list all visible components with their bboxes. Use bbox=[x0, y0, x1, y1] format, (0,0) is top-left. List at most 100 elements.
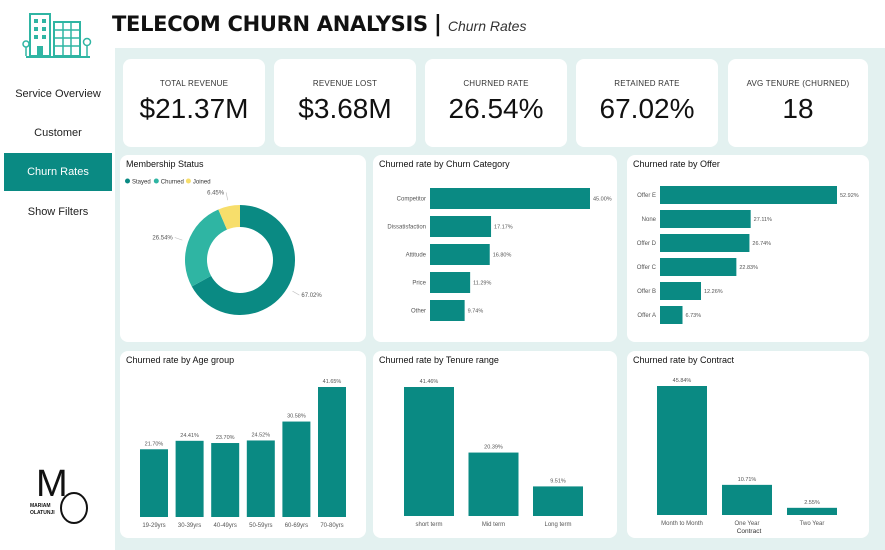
category-label: None bbox=[642, 217, 657, 223]
donut-data-label: 6.45% bbox=[207, 190, 225, 196]
bar bbox=[660, 234, 750, 252]
churn-offer-card: Churned rate by Offer Offer E 52.92% None 2… bbox=[627, 155, 869, 342]
category-label: Dissatisfaction bbox=[387, 225, 426, 231]
donut-slice-churned bbox=[185, 209, 227, 287]
bar bbox=[660, 258, 737, 276]
kpi-value: 18 bbox=[782, 93, 814, 124]
brand-letter-o bbox=[60, 492, 88, 524]
kpi-label: CHURNED RATE bbox=[463, 79, 529, 88]
brand-name-line2: OLATUNJI bbox=[30, 510, 55, 516]
bar bbox=[140, 449, 168, 517]
dashboard-title: TELECOM CHURN ANALYSIS bbox=[112, 12, 428, 36]
donut-leader-line bbox=[292, 290, 300, 296]
category-label: Other bbox=[411, 309, 426, 315]
bar-data-label: 24.52% bbox=[251, 432, 270, 438]
bar-data-label: 16.80% bbox=[493, 253, 512, 259]
kpi-value: 26.54% bbox=[448, 93, 544, 124]
bar bbox=[787, 507, 837, 515]
kpi-label: AVG TENURE (CHURNED) bbox=[746, 79, 850, 88]
legend-label: Stayed bbox=[132, 180, 151, 186]
category-label: Mid term bbox=[482, 522, 505, 528]
bar-data-label: 45.00% bbox=[593, 197, 612, 203]
bar-data-label: 21.70% bbox=[145, 441, 164, 447]
churn-contract-bar-chart: 45.84% Month to Month 10.71% One Year 2.55% T… bbox=[657, 378, 837, 535]
bar bbox=[318, 387, 346, 517]
bar-data-label: 52.92% bbox=[840, 193, 859, 199]
category-label: Offer E bbox=[637, 193, 656, 199]
x-axis-title: Contract bbox=[737, 528, 762, 535]
kpi-label: REVENUE LOST bbox=[312, 79, 378, 88]
title-separator: | bbox=[433, 12, 442, 37]
bar bbox=[468, 452, 519, 516]
bar-data-label: 2.55% bbox=[804, 500, 820, 506]
bar bbox=[430, 300, 465, 321]
brand-logo: MO M MARIAM OLATUNJI bbox=[30, 463, 88, 524]
legend-label: Joined bbox=[193, 180, 211, 186]
category-label: 50-59yrs bbox=[249, 523, 272, 529]
dashboard-root: TELECOM CHURN ANALYSIS | Churn Rates Ser… bbox=[0, 0, 885, 550]
bar-data-label: 41.65% bbox=[323, 379, 342, 385]
legend-swatch bbox=[153, 178, 159, 184]
membership-donut-chart: Stayed Churned Joined 67.02% 26.54% 6.45% bbox=[125, 178, 322, 315]
bar-data-label: 26.74% bbox=[752, 241, 771, 247]
kpi-value: $3.68M bbox=[298, 93, 392, 124]
donut-leader-line bbox=[174, 237, 183, 241]
donut-leader-line bbox=[225, 192, 229, 201]
category-label: Offer B bbox=[637, 289, 656, 295]
category-label: Offer D bbox=[637, 241, 657, 247]
kpi-card-revenue-lost: REVENUE LOST $3.68M bbox=[274, 59, 416, 147]
page-subtitle: Churn Rates bbox=[447, 18, 527, 34]
category-label: 40-49yrs bbox=[214, 523, 237, 529]
churn-category-bar-chart: Competitor 45.00% Dissatisfaction 17.17% Att… bbox=[387, 188, 612, 321]
category-label: Attitude bbox=[406, 253, 427, 259]
bar bbox=[430, 272, 471, 293]
kpi-value: 67.02% bbox=[599, 93, 695, 124]
kpi-label: RETAINED RATE bbox=[614, 79, 680, 88]
bar bbox=[211, 443, 240, 517]
bar bbox=[430, 216, 492, 237]
sidebar-item-customer[interactable]: Customer bbox=[4, 114, 112, 152]
category-label: Two Year bbox=[800, 521, 825, 527]
sidebar-item-show-filters[interactable]: Show Filters bbox=[4, 193, 112, 231]
bar bbox=[533, 486, 583, 516]
category-label: 30-39yrs bbox=[178, 523, 201, 529]
kpi-card-total-revenue: TOTAL REVENUE $21.37M bbox=[123, 59, 265, 147]
bar-data-label: 23.70% bbox=[216, 435, 235, 441]
category-label: 70-80yrs bbox=[320, 523, 343, 529]
category-label: 19-29yrs bbox=[142, 523, 165, 529]
category-label: Offer C bbox=[637, 265, 657, 271]
churn-age-card: Churned rate by Age group 21.70% 19-29yrs… bbox=[120, 351, 366, 538]
bar-data-label: 12.26% bbox=[704, 289, 723, 295]
kpi-card-churned-rate: CHURNED RATE 26.54% bbox=[425, 59, 567, 147]
legend-swatch bbox=[125, 178, 130, 184]
category-label: 60-69yrs bbox=[285, 523, 308, 529]
bar-data-label: 20.39% bbox=[484, 445, 503, 451]
page-title: TELECOM CHURN ANALYSIS | Churn Rates bbox=[112, 12, 526, 42]
bar-data-label: 45.84% bbox=[673, 378, 692, 384]
bar-data-label: 30.58% bbox=[287, 414, 306, 420]
bar bbox=[722, 484, 772, 515]
churn-age-bar-chart: 21.70% 19-29yrs 24.41% 30-39yrs 23.70% 40-49y… bbox=[140, 379, 346, 529]
bar-data-label: 11.29% bbox=[473, 281, 491, 287]
kpi-card-retained-rate: RETAINED RATE 67.02% bbox=[576, 59, 718, 147]
bar-data-label: 9.74% bbox=[468, 309, 484, 315]
churn-tenure-bar-chart: 41.46% short term 20.39% Mid term 9.51% Long … bbox=[404, 379, 583, 528]
bar bbox=[282, 421, 311, 517]
bar bbox=[175, 440, 204, 517]
bar-data-label: 6.73% bbox=[686, 313, 702, 319]
category-label: Month to Month bbox=[661, 521, 703, 527]
bar-data-label: 24.41% bbox=[180, 433, 199, 439]
sidebar-item-service-overview[interactable]: Service Overview bbox=[4, 75, 112, 113]
category-label: Competitor bbox=[397, 197, 426, 203]
city-buildings-icon bbox=[22, 13, 92, 58]
kpi-card-avg-tenure: AVG TENURE (CHURNED) 18 bbox=[728, 59, 868, 147]
donut-data-label: 67.02% bbox=[301, 293, 322, 299]
category-label: short term bbox=[415, 522, 442, 528]
bar bbox=[246, 440, 275, 517]
category-label: One Year bbox=[734, 521, 759, 527]
sidebar-item-churn-rates[interactable]: Churn Rates bbox=[4, 153, 112, 191]
bar-data-label: 10.71% bbox=[738, 477, 757, 483]
bar-data-label: 17.17% bbox=[494, 225, 513, 231]
category-label: Price bbox=[412, 281, 426, 287]
kpi-value: $21.37M bbox=[139, 93, 249, 124]
